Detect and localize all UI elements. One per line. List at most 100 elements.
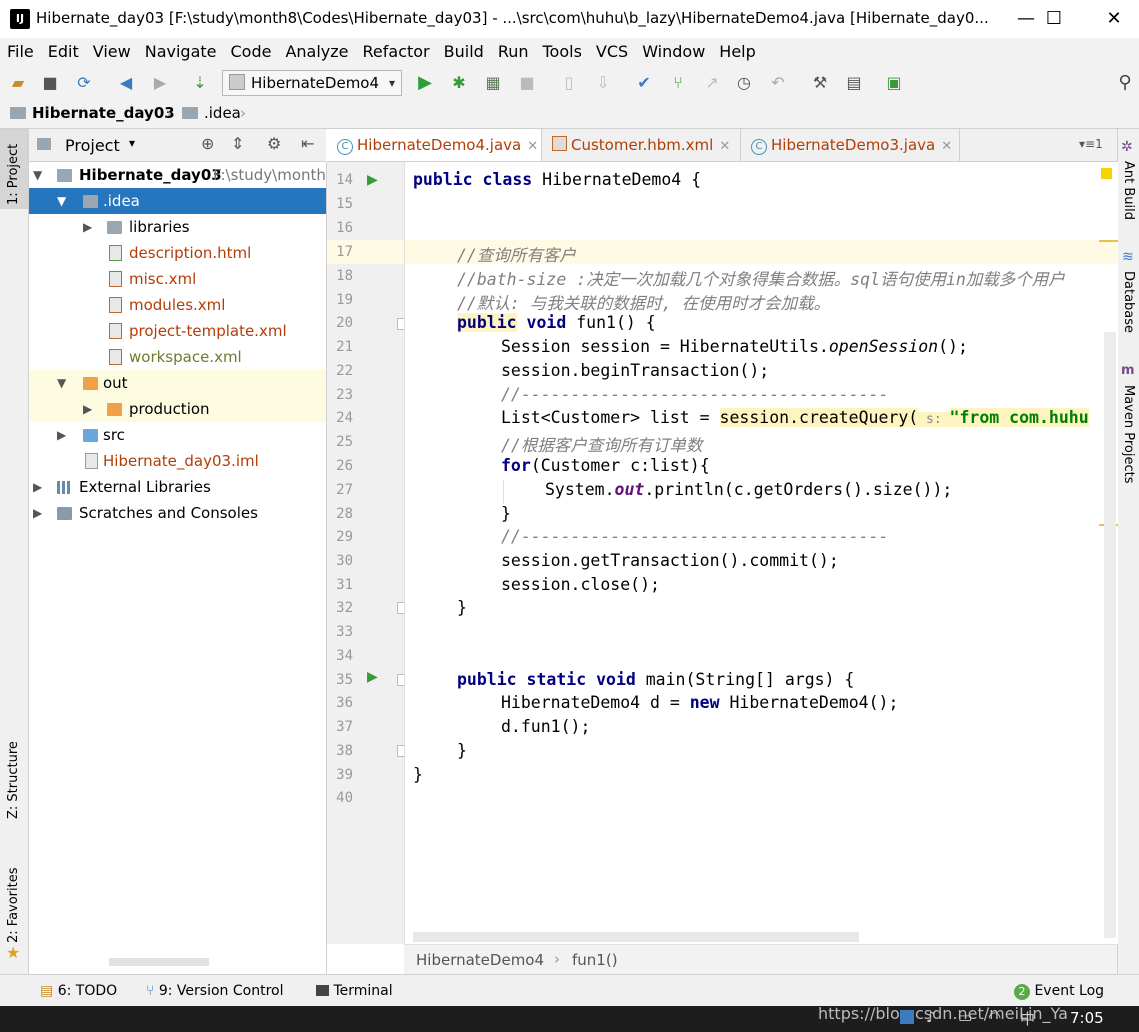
tree-item-production[interactable]: ▶ production: [29, 396, 326, 422]
stop-icon[interactable]: ■: [517, 73, 537, 93]
file-icon[interactable]: ▯: [559, 73, 579, 93]
volume-icon[interactable]: ♪: [926, 1008, 936, 1026]
run-gutter-icon[interactable]: ▶: [367, 172, 378, 188]
menu-edit[interactable]: Edit: [41, 38, 86, 66]
chevron-down-icon[interactable]: ▾: [129, 136, 135, 150]
project-structure-icon[interactable]: ▤: [844, 73, 864, 93]
forward-icon[interactable]: ▶: [150, 73, 170, 93]
collapse-icon[interactable]: ⇕: [231, 134, 244, 153]
run-icon[interactable]: ▶: [415, 73, 435, 93]
tab-hibernatedemo4[interactable]: C HibernateDemo4.java ✕: [327, 129, 542, 161]
hide-icon[interactable]: ⇤: [301, 134, 314, 153]
event-log-tool-tab[interactable]: 2 Event Log: [1014, 983, 1104, 1000]
menu-code[interactable]: Code: [224, 38, 279, 66]
sync-icon[interactable]: ⟳: [74, 73, 94, 93]
menu-navigate[interactable]: Navigate: [138, 38, 224, 66]
close-icon[interactable]: ✕: [527, 139, 538, 154]
chevron-down-icon[interactable]: ▼: [57, 370, 66, 396]
database-tab[interactable]: Database: [1121, 271, 1136, 333]
revert-icon[interactable]: ↶: [768, 73, 788, 93]
menu-build[interactable]: Build: [437, 38, 491, 66]
coverage-icon[interactable]: ▦: [483, 73, 503, 93]
tab-hibernatedemo3[interactable]: C HibernateDemo3.java ✕: [741, 129, 960, 161]
tree-item-libraries[interactable]: ▶ libraries: [29, 214, 326, 240]
menu-refactor[interactable]: Refactor: [356, 38, 437, 66]
tree-item-project-root[interactable]: ▼ Hibernate_day03 F:\study\month: [29, 162, 326, 188]
chevron-down-icon[interactable]: ▼: [33, 162, 42, 188]
history-icon[interactable]: ◷: [734, 73, 754, 93]
chevron-right-icon[interactable]: ▶: [83, 214, 92, 240]
menu-run[interactable]: Run: [491, 38, 536, 66]
vcs-push-icon[interactable]: ↗: [702, 73, 722, 93]
os-taskbar: https://blog.csdn.net/meiLin_Ya ♪ ▭ ◠ 中 …: [0, 1004, 1139, 1032]
maven-projects-tab[interactable]: Maven Projects: [1121, 385, 1136, 484]
maximize-button[interactable]: ☐: [1034, 6, 1074, 32]
tree-item-project-template-xml[interactable]: project-template.xml: [29, 318, 326, 344]
run-configuration-select[interactable]: HibernateDemo4 ▾: [222, 70, 402, 96]
tree-item-external-libraries[interactable]: ▶ External Libraries: [29, 474, 326, 500]
build-icon[interactable]: ⇣: [190, 73, 210, 93]
chevron-right-icon[interactable]: ▶: [33, 474, 42, 500]
wifi-icon[interactable]: ◠: [988, 1008, 1001, 1026]
run-gutter-icon[interactable]: ▶: [367, 669, 378, 685]
menu-window[interactable]: Window: [635, 38, 712, 66]
todo-tool-tab[interactable]: ▤ 6: TODO: [40, 983, 117, 999]
tree-item-src[interactable]: ▶ src: [29, 422, 326, 448]
vertical-scrollbar[interactable]: [1104, 332, 1116, 938]
chevron-down-icon[interactable]: ▼: [57, 188, 66, 214]
inspection-status-icon: [1101, 168, 1112, 179]
tree-item-scratches[interactable]: ▶ Scratches and Consoles: [29, 500, 326, 526]
tree-item-misc-xml[interactable]: misc.xml: [29, 266, 326, 292]
chevron-right-icon[interactable]: ▶: [57, 422, 66, 448]
ant-build-tab[interactable]: Ant Build: [1121, 161, 1136, 220]
todo-icon: ▤: [40, 983, 54, 999]
close-icon[interactable]: ✕: [719, 139, 730, 154]
tree-item-workspace-xml[interactable]: workspace.xml: [29, 344, 326, 370]
back-icon[interactable]: ◀: [116, 73, 136, 93]
breadcrumb-project[interactable]: Hibernate_day03: [10, 104, 175, 122]
code-editor[interactable]: public class HibernateDemo4 { //查询所有客户 /…: [404, 162, 1118, 944]
settings-icon[interactable]: ⚒: [810, 73, 830, 93]
menu-help[interactable]: Help: [712, 38, 762, 66]
menu-tools[interactable]: Tools: [536, 38, 589, 66]
vcs-commit-icon[interactable]: ⑂: [668, 73, 688, 93]
close-icon[interactable]: ✕: [941, 139, 952, 154]
tree-item-description-html[interactable]: description.html: [29, 240, 326, 266]
ime-indicator[interactable]: 中: [1020, 1008, 1035, 1029]
search-icon[interactable]: ⚲: [1115, 73, 1135, 93]
project-tool-tab[interactable]: 1: Project: [6, 144, 21, 205]
horizontal-scrollbar[interactable]: [413, 932, 859, 942]
menu-view[interactable]: View: [86, 38, 138, 66]
network-icon[interactable]: ▭: [958, 1008, 972, 1026]
vcs-update-icon[interactable]: ✔: [634, 73, 654, 93]
open-folder-icon[interactable]: ▰: [8, 73, 28, 93]
tray-icon[interactable]: [900, 1010, 914, 1024]
menu-file[interactable]: File: [0, 38, 41, 66]
debug-icon[interactable]: ✱: [449, 73, 469, 93]
structure-tool-tab[interactable]: Z: Structure: [6, 741, 21, 819]
breadcrumb-folder[interactable]: .idea: [182, 104, 241, 122]
close-button[interactable]: ✕: [1094, 6, 1134, 32]
tree-item-iml[interactable]: Hibernate_day03.iml: [29, 448, 326, 474]
terminal-tool-tab[interactable]: Terminal: [316, 983, 393, 999]
tab-overflow-button[interactable]: ▾≡1: [1079, 137, 1103, 151]
project-view-select[interactable]: Project: [65, 136, 120, 155]
favorites-tool-tab[interactable]: 2: Favorites: [6, 867, 21, 943]
version-control-tool-tab[interactable]: ⑂ 9: Version Control: [146, 983, 283, 999]
menu-vcs[interactable]: VCS: [589, 38, 635, 66]
chevron-right-icon[interactable]: ▶: [33, 500, 42, 526]
menu-analyze[interactable]: Analyze: [278, 38, 355, 66]
breadcrumb-class[interactable]: HibernateDemo4: [416, 951, 544, 969]
chevron-right-icon[interactable]: ▶: [83, 396, 92, 422]
update-icon[interactable]: ⇩: [593, 73, 613, 93]
tree-item-modules-xml[interactable]: modules.xml: [29, 292, 326, 318]
locate-icon[interactable]: ⊕: [201, 134, 214, 153]
breadcrumb-method[interactable]: fun1(): [572, 951, 618, 969]
sdk-icon[interactable]: ▣: [884, 73, 904, 93]
horizontal-scrollbar[interactable]: [109, 958, 209, 966]
tab-customer-hbm-xml[interactable]: Customer.hbm.xml ✕: [542, 129, 741, 161]
gear-icon[interactable]: ⚙: [267, 134, 281, 153]
tree-item-idea[interactable]: ▼ .idea: [29, 188, 326, 214]
tree-item-out[interactable]: ▼ out: [29, 370, 326, 396]
save-all-icon[interactable]: ■: [40, 73, 60, 93]
